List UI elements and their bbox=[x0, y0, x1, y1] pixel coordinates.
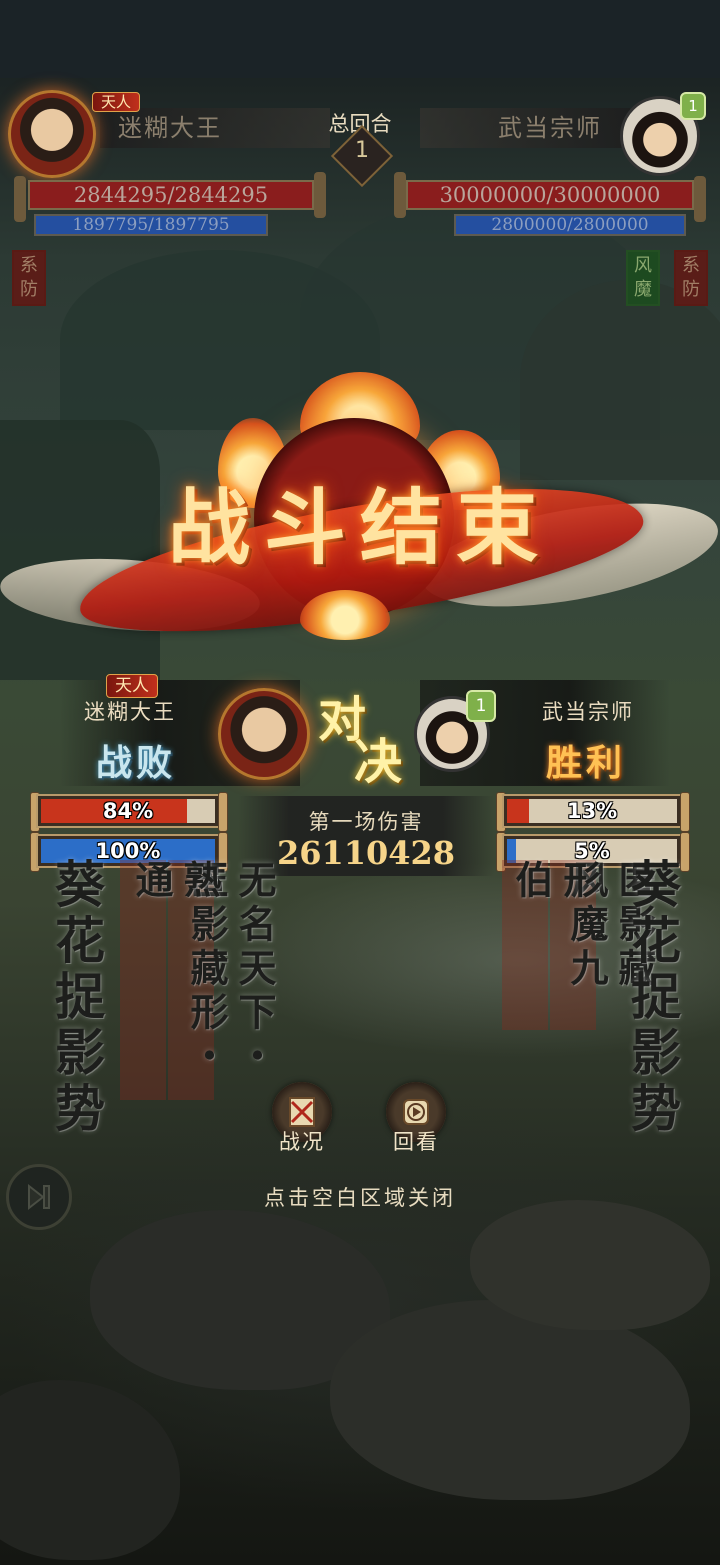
right-hp-label: 13% bbox=[566, 799, 618, 823]
skip-forward-icon bbox=[28, 1183, 50, 1211]
skip-button[interactable] bbox=[6, 1164, 72, 1230]
banner-char: 系 bbox=[682, 255, 700, 276]
battle-end-title: 战斗结束 bbox=[167, 480, 552, 576]
top-bar bbox=[0, 0, 720, 78]
player-hp-bar: 2844295/2844295 bbox=[28, 180, 314, 210]
left-versus-avatar bbox=[218, 688, 310, 780]
banner-char: 防 bbox=[682, 279, 700, 300]
player-buff-banner[interactable]: 系 防 bbox=[12, 250, 46, 306]
left-hp-bar: 84% bbox=[36, 794, 220, 828]
opponent-name-plate: 武当宗师 bbox=[420, 108, 630, 148]
left-result: 战败 bbox=[96, 742, 177, 784]
opponent-buff-banner-1[interactable]: 风 魔 bbox=[626, 250, 660, 306]
hp-scroll-cap-right bbox=[314, 172, 326, 218]
hp-scroll-cap-left bbox=[14, 176, 26, 222]
right-result: 胜利 bbox=[546, 742, 627, 784]
opp-hp-scroll-cap-left bbox=[394, 172, 406, 218]
banner-char: 防 bbox=[20, 279, 38, 300]
damage-label: 第一场伤害 bbox=[308, 810, 424, 834]
opp-hp-scroll-cap-right bbox=[694, 176, 706, 222]
player-title-badge: 天人 bbox=[92, 92, 141, 112]
bar-endcap bbox=[218, 792, 228, 832]
right-player-name: 武当宗师 bbox=[542, 700, 634, 724]
replay-label[interactable]: 回看 bbox=[376, 1126, 456, 1156]
opponent-level-badge: 1 bbox=[680, 92, 706, 120]
close-hint: 点击空白区域关闭 bbox=[264, 1186, 456, 1210]
player-name-plate: 迷糊大王 bbox=[100, 108, 330, 148]
banner-char: 风 bbox=[634, 255, 652, 276]
right-level-badge: 1 bbox=[466, 690, 496, 722]
opponent-mp-text: 2800000/2800000 bbox=[491, 215, 649, 235]
vs-glyph-jue: 决 bbox=[354, 734, 403, 790]
left-player-name: 迷糊大王 bbox=[84, 700, 176, 724]
banner-char: 系 bbox=[20, 255, 38, 276]
opponent-name: 武当宗师 bbox=[498, 114, 602, 142]
opponent-mp-bar: 2800000/2800000 bbox=[454, 214, 686, 236]
player-avatar[interactable] bbox=[8, 90, 96, 178]
left-skill-2: 无名天下・熟 bbox=[177, 860, 277, 1080]
battle-report-label[interactable]: 战况 bbox=[262, 1126, 342, 1156]
opponent-hp-bar: 30000000/30000000 bbox=[406, 180, 694, 210]
bar-endcap bbox=[680, 792, 690, 832]
opponent-hp-text: 30000000/30000000 bbox=[439, 183, 661, 207]
player-hp-text: 2844295/2844295 bbox=[73, 183, 269, 207]
round-number: 1 bbox=[355, 138, 369, 163]
left-skill-main: 葵花捉影势 bbox=[47, 858, 106, 1138]
player-mp-text: 1897795/1897795 bbox=[72, 215, 230, 235]
left-hp-label: 84% bbox=[102, 799, 154, 823]
right-hp-bar: 13% bbox=[502, 794, 682, 828]
player-name: 迷糊大王 bbox=[118, 114, 222, 142]
left-title-badge: 天人 bbox=[106, 674, 158, 698]
right-skill-main: 葵花捉影势 bbox=[623, 858, 682, 1138]
opponent-buff-banner-2[interactable]: 系 防 bbox=[674, 250, 708, 306]
banner-char: 魔 bbox=[634, 279, 652, 300]
player-mp-bar: 1897795/1897795 bbox=[34, 214, 268, 236]
